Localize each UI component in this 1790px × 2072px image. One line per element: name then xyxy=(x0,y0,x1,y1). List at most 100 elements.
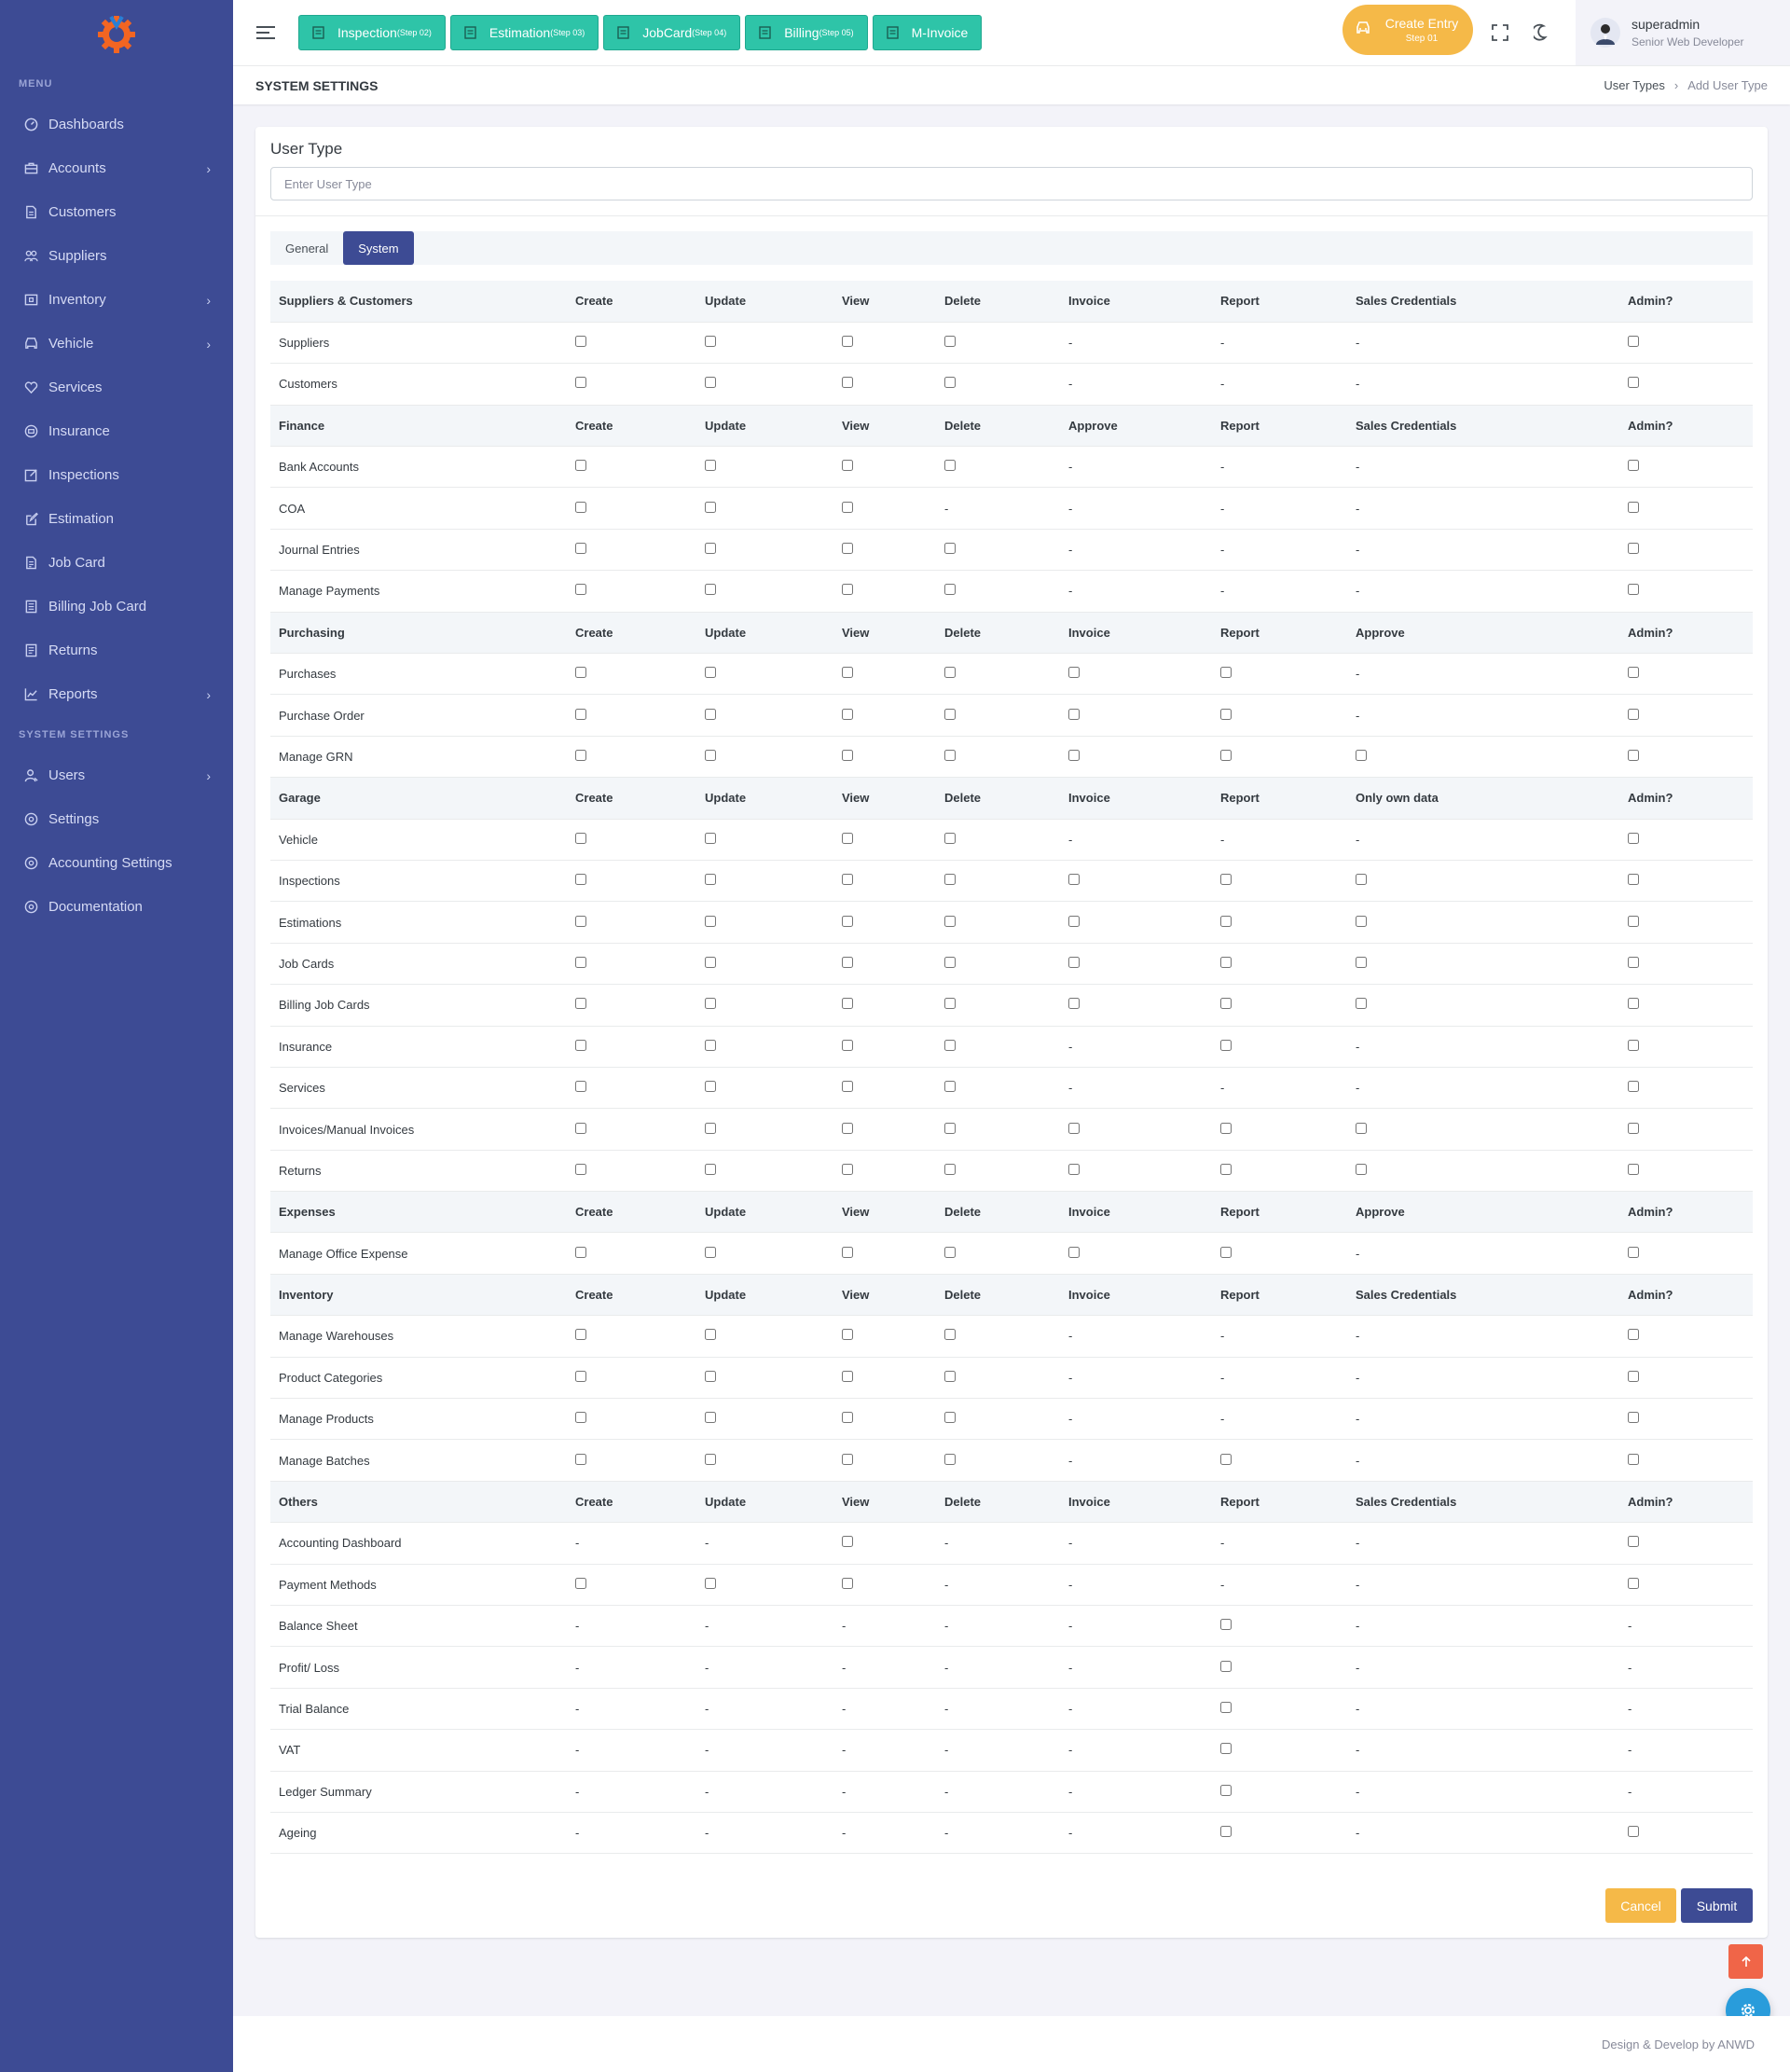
permission-checkbox[interactable] xyxy=(705,1081,716,1093)
permission-checkbox[interactable] xyxy=(1628,1163,1639,1175)
permission-checkbox[interactable] xyxy=(705,874,716,886)
app-logo[interactable] xyxy=(0,0,233,65)
permission-checkbox[interactable] xyxy=(705,1577,716,1589)
permission-checkbox[interactable] xyxy=(944,956,956,968)
permission-checkbox[interactable] xyxy=(1220,874,1232,886)
permission-checkbox[interactable] xyxy=(1628,1329,1639,1341)
permission-checkbox[interactable] xyxy=(575,1081,586,1093)
submit-button[interactable]: Submit xyxy=(1681,1888,1753,1923)
permission-checkbox[interactable] xyxy=(705,543,716,555)
permission-checkbox[interactable] xyxy=(1628,956,1639,968)
permission-checkbox[interactable] xyxy=(944,460,956,472)
permission-checkbox[interactable] xyxy=(1220,1701,1232,1713)
permission-checkbox[interactable] xyxy=(842,1039,853,1051)
permission-checkbox[interactable] xyxy=(842,1246,853,1258)
permission-checkbox[interactable] xyxy=(1068,1246,1080,1258)
permission-checkbox[interactable] xyxy=(575,543,586,555)
permission-checkbox[interactable] xyxy=(1628,1081,1639,1093)
tab-system[interactable]: System xyxy=(343,231,414,265)
permission-checkbox[interactable] xyxy=(705,956,716,968)
permission-checkbox[interactable] xyxy=(575,336,586,348)
permission-checkbox[interactable] xyxy=(575,1412,586,1424)
permission-checkbox[interactable] xyxy=(842,956,853,968)
permission-checkbox[interactable] xyxy=(705,460,716,472)
permission-checkbox[interactable] xyxy=(705,708,716,720)
sidebar-item-dashboards[interactable]: Dashboards xyxy=(0,103,233,146)
hamburger-menu-icon[interactable] xyxy=(233,0,298,65)
permission-checkbox[interactable] xyxy=(575,832,586,844)
permission-checkbox[interactable] xyxy=(842,667,853,679)
sidebar-item-inspections[interactable]: Inspections xyxy=(0,453,233,497)
permission-checkbox[interactable] xyxy=(705,584,716,596)
permission-checkbox[interactable] xyxy=(1628,460,1639,472)
permission-checkbox[interactable] xyxy=(1220,1246,1232,1258)
permission-checkbox[interactable] xyxy=(1068,874,1080,886)
permission-checkbox[interactable] xyxy=(1628,336,1639,348)
permission-checkbox[interactable] xyxy=(944,1163,956,1175)
step-button-inspection[interactable]: Inspection (Step 02) xyxy=(298,15,446,50)
permission-checkbox[interactable] xyxy=(1628,543,1639,555)
sidebar-item-documentation[interactable]: Documentation xyxy=(0,885,233,929)
permission-checkbox[interactable] xyxy=(1220,1453,1232,1465)
permission-checkbox[interactable] xyxy=(705,749,716,761)
permission-checkbox[interactable] xyxy=(842,1163,853,1175)
permission-checkbox[interactable] xyxy=(575,377,586,389)
permission-checkbox[interactable] xyxy=(1068,749,1080,761)
permission-checkbox[interactable] xyxy=(842,915,853,927)
permission-checkbox[interactable] xyxy=(1628,1370,1639,1382)
sidebar-item-reports[interactable]: Reports › xyxy=(0,672,233,716)
permission-checkbox[interactable] xyxy=(575,1246,586,1258)
permission-checkbox[interactable] xyxy=(944,543,956,555)
permission-checkbox[interactable] xyxy=(575,584,586,596)
permission-checkbox[interactable] xyxy=(1220,915,1232,927)
permission-checkbox[interactable] xyxy=(1220,1122,1232,1134)
sidebar-item-settings[interactable]: Settings xyxy=(0,797,233,841)
permission-checkbox[interactable] xyxy=(944,998,956,1010)
permission-checkbox[interactable] xyxy=(705,915,716,927)
permission-checkbox[interactable] xyxy=(842,336,853,348)
permission-checkbox[interactable] xyxy=(944,874,956,886)
permission-checkbox[interactable] xyxy=(842,1577,853,1589)
permission-checkbox[interactable] xyxy=(1356,998,1367,1010)
permission-checkbox[interactable] xyxy=(1628,1577,1639,1589)
permission-checkbox[interactable] xyxy=(944,377,956,389)
permission-checkbox[interactable] xyxy=(1068,667,1080,679)
permission-checkbox[interactable] xyxy=(1220,1163,1232,1175)
permission-checkbox[interactable] xyxy=(575,956,586,968)
scroll-to-top-button[interactable] xyxy=(1728,1944,1763,1979)
permission-checkbox[interactable] xyxy=(842,377,853,389)
permission-checkbox[interactable] xyxy=(705,998,716,1010)
permission-checkbox[interactable] xyxy=(1628,1453,1639,1465)
permission-checkbox[interactable] xyxy=(575,1163,586,1175)
permission-checkbox[interactable] xyxy=(705,1370,716,1382)
permission-checkbox[interactable] xyxy=(1628,998,1639,1010)
sidebar-item-job-card[interactable]: Job Card xyxy=(0,541,233,585)
permission-checkbox[interactable] xyxy=(1220,956,1232,968)
permission-checkbox[interactable] xyxy=(1628,708,1639,720)
breadcrumb-user-types-link[interactable]: User Types xyxy=(1604,78,1665,92)
permission-checkbox[interactable] xyxy=(705,1329,716,1341)
permission-checkbox[interactable] xyxy=(842,1122,853,1134)
permission-checkbox[interactable] xyxy=(1220,1826,1232,1838)
permission-checkbox[interactable] xyxy=(842,708,853,720)
permission-checkbox[interactable] xyxy=(944,1370,956,1382)
permission-checkbox[interactable] xyxy=(944,1122,956,1134)
user-profile-dropdown[interactable]: superadmin Senior Web Developer xyxy=(1576,0,1790,65)
permission-checkbox[interactable] xyxy=(575,1370,586,1382)
permission-checkbox[interactable] xyxy=(944,1081,956,1093)
sidebar-item-accounting-settings[interactable]: Accounting Settings xyxy=(0,841,233,885)
step-button-jobcard[interactable]: JobCard (Step 04) xyxy=(603,15,741,50)
permission-checkbox[interactable] xyxy=(1068,708,1080,720)
tab-general[interactable]: General xyxy=(270,231,343,265)
sidebar-item-customers[interactable]: Customers xyxy=(0,190,233,234)
permission-checkbox[interactable] xyxy=(842,501,853,513)
permission-checkbox[interactable] xyxy=(1628,667,1639,679)
sidebar-item-vehicle[interactable]: Vehicle › xyxy=(0,322,233,366)
permission-checkbox[interactable] xyxy=(1628,377,1639,389)
permission-checkbox[interactable] xyxy=(944,1453,956,1465)
permission-checkbox[interactable] xyxy=(1220,1660,1232,1672)
permission-checkbox[interactable] xyxy=(575,1329,586,1341)
sidebar-item-users[interactable]: Users › xyxy=(0,753,233,797)
permission-checkbox[interactable] xyxy=(1068,1163,1080,1175)
permission-checkbox[interactable] xyxy=(1628,1039,1639,1051)
